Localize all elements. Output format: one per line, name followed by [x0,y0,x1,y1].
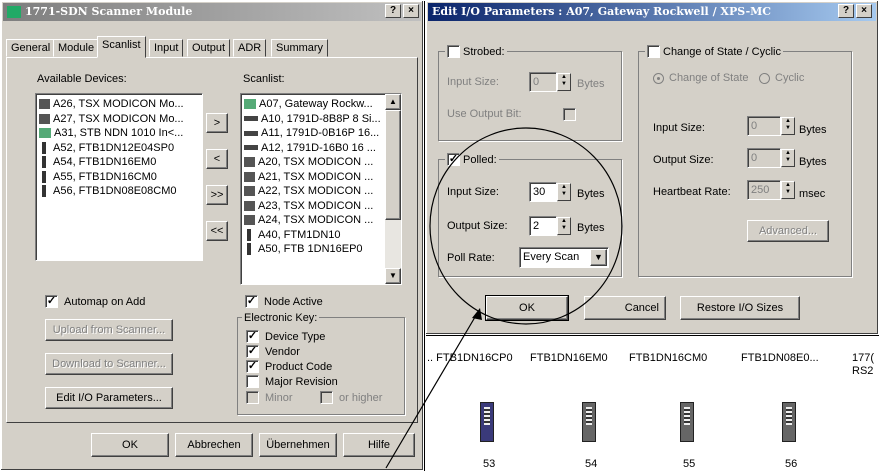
annotation-circle [429,127,623,325]
tab-scanlist[interactable]: Scanlist [97,36,146,58]
annotation-overlay [385,127,623,469]
annotation-arrow-line [385,311,479,469]
